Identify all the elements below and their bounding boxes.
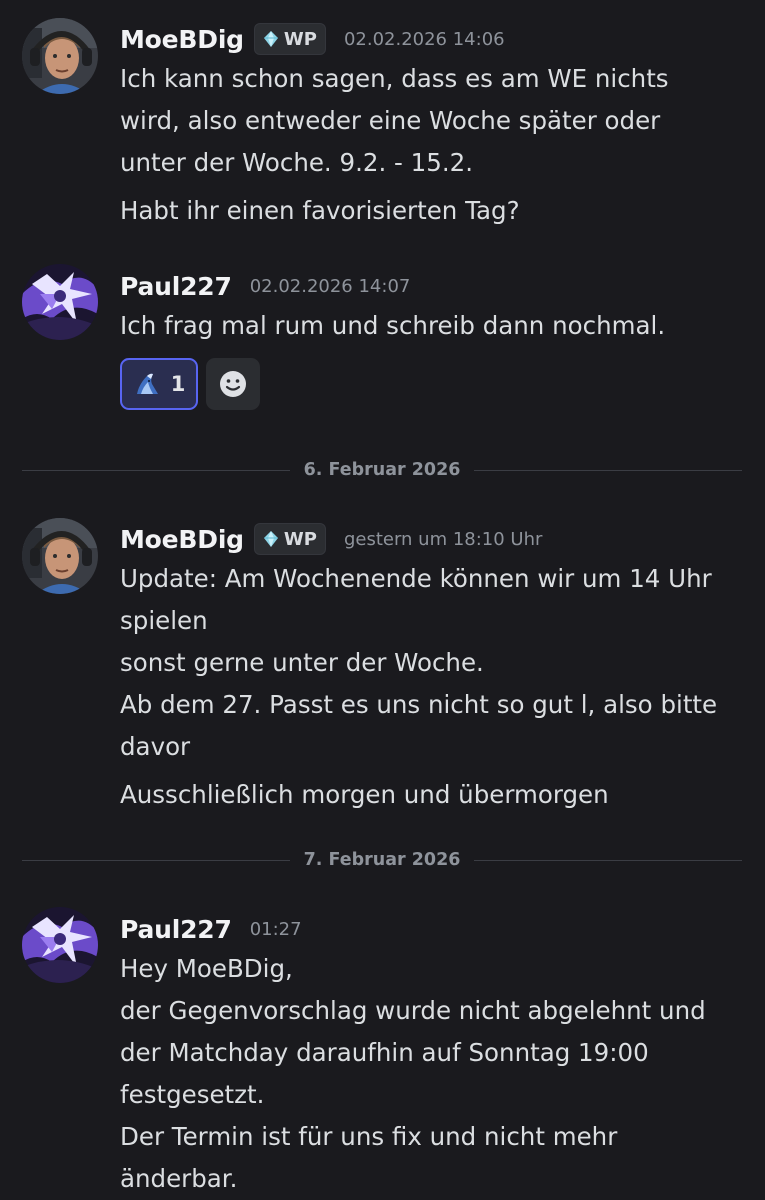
diamond-icon (262, 530, 280, 548)
diamond-icon (262, 30, 280, 48)
add-reaction-button[interactable] (206, 358, 260, 410)
username[interactable]: Paul227 (120, 915, 232, 944)
message-header: Paul227 02.02.2026 14:07 (120, 266, 410, 306)
divider-line (474, 469, 743, 471)
message-line: Ich frag mal rum und schreib dann nochma… (120, 311, 666, 340)
message-line: Habt ihr einen favorisierten Tag? (120, 196, 520, 225)
avatar-paul227[interactable] (22, 264, 98, 340)
divider-line (474, 859, 743, 861)
server-tag[interactable]: WP (253, 523, 326, 555)
message-line: Der Termin ist für uns fix und nicht meh… (120, 1122, 618, 1151)
message-line: spielen (120, 606, 208, 635)
message-line: Ausschließlich morgen und übermorgen (120, 780, 609, 809)
message-line: Ich kann schon sagen, dass es am WE nich… (120, 64, 669, 93)
reactions-bar: 1 (120, 358, 260, 410)
timestamp[interactable]: 01:27 (250, 919, 302, 940)
avatar-moebdig[interactable] (22, 18, 98, 94)
date-label: 7. Februar 2026 (303, 850, 461, 870)
avatar-moebdig[interactable] (22, 518, 98, 594)
smiley-icon (218, 369, 248, 399)
message-content: Ich frag mal rum und schreib dann nochma… (120, 305, 739, 347)
timestamp[interactable]: gestern um 18:10 Uhr (344, 529, 542, 550)
message-line: der Matchday daraufhin auf Sonntag 19:00 (120, 1038, 649, 1067)
message-header: MoeBDig WP gestern um 18:10 Uhr (120, 519, 542, 559)
username[interactable]: MoeBDig (120, 525, 244, 554)
tag-label: WP (283, 528, 317, 550)
date-divider: 7. Februar 2026 (22, 848, 743, 872)
message-line: der Gegenvorschlag wurde nicht abgelehnt… (120, 996, 706, 1025)
date-label: 6. Februar 2026 (303, 460, 461, 480)
message-line: änderbar. (120, 1164, 238, 1193)
message-line: festgesetzt. (120, 1080, 265, 1109)
avatar-paul227[interactable] (22, 907, 98, 983)
message-line: unter der Woche. 9.2. - 15.2. (120, 148, 474, 177)
message-line: wird, also entweder eine Woche später od… (120, 106, 661, 135)
message-item[interactable]: MoeBDig WP 02.02.2026 14:06 Ich kann sch… (0, 18, 765, 228)
username[interactable]: Paul227 (120, 272, 232, 301)
message-line: sonst gerne unter der Woche. (120, 648, 484, 677)
timestamp[interactable]: 02.02.2026 14:06 (344, 29, 505, 50)
message-content: Hey MoeBDig, der Gegenvorschlag wurde ni… (120, 948, 739, 1200)
timestamp[interactable]: 02.02.2026 14:07 (250, 276, 411, 297)
reaction-count: 1 (170, 372, 186, 396)
message-content: Update: Am Wochenende können wir um 14 U… (120, 558, 739, 816)
chat-scroll-area[interactable]: MoeBDig WP 02.02.2026 14:06 Ich kann sch… (0, 0, 765, 1200)
shark-emoji-icon (133, 370, 161, 398)
message-line: Update: Am Wochenende können wir um 14 U… (120, 564, 712, 593)
message-line: Ab dem 27. Passt es uns nicht so gut l, … (120, 690, 718, 719)
message-header: Paul227 01:27 (120, 909, 302, 949)
divider-line (22, 859, 290, 861)
username[interactable]: MoeBDig (120, 25, 244, 54)
message-item[interactable]: Paul227 01:27 Hey MoeBDig, der Gegenvors… (0, 907, 765, 1200)
message-line: Hey MoeBDig, (120, 954, 293, 983)
message-item[interactable]: MoeBDig WP gestern um 18:10 Uhr Update: … (0, 518, 765, 818)
message-item[interactable]: Paul227 02.02.2026 14:07 Ich frag mal ru… (0, 264, 765, 424)
date-divider: 6. Februar 2026 (22, 458, 743, 482)
message-content: Ich kann schon sagen, dass es am WE nich… (120, 58, 739, 232)
tag-label: WP (283, 28, 317, 50)
message-line: davor (120, 732, 191, 761)
server-tag[interactable]: WP (253, 23, 326, 55)
reaction-button[interactable]: 1 (120, 358, 198, 410)
message-header: MoeBDig WP 02.02.2026 14:06 (120, 19, 505, 59)
divider-line (22, 469, 290, 471)
